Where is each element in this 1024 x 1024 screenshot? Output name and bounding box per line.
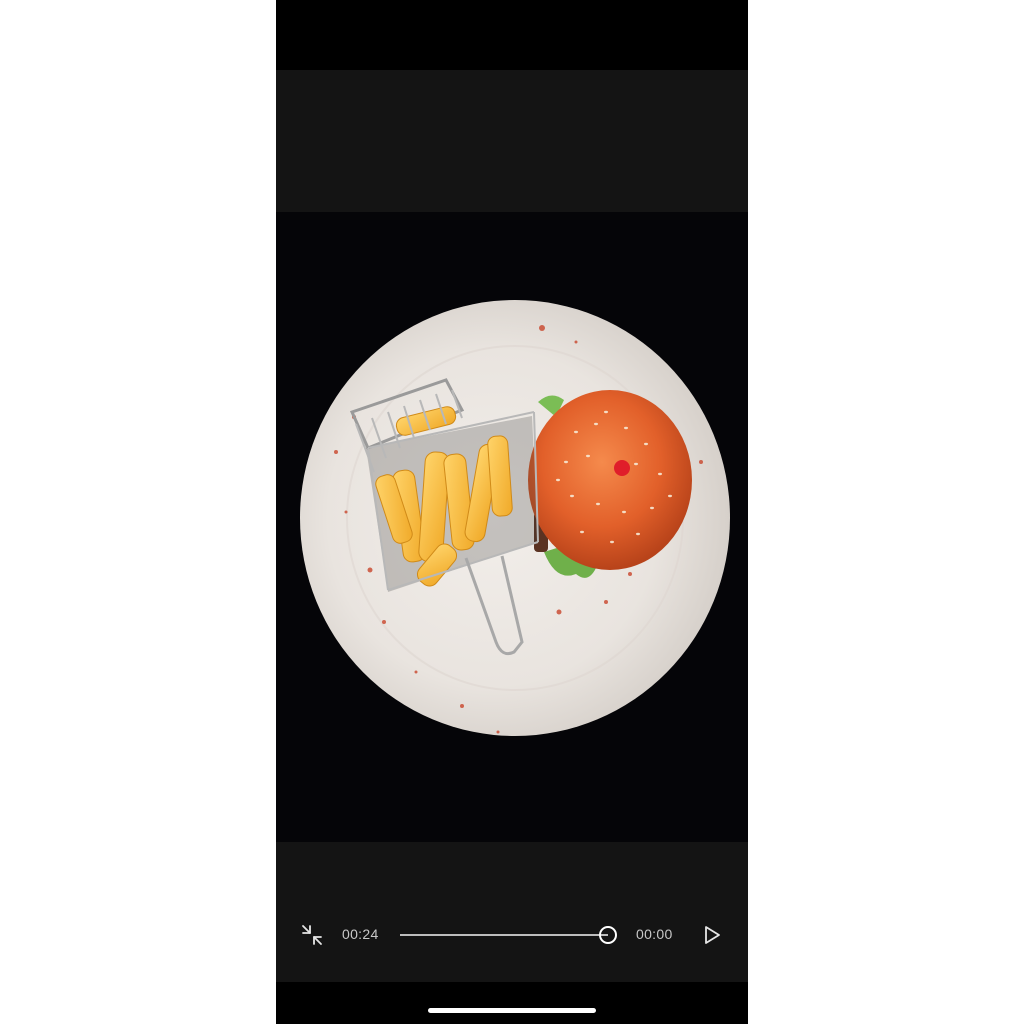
home-indicator[interactable] [428, 1008, 596, 1013]
minimize-button[interactable] [298, 921, 326, 949]
progress-fill [400, 934, 608, 936]
collapse-arrows-icon [302, 925, 322, 945]
top-bar [276, 70, 748, 212]
burger-bun [528, 390, 692, 570]
playback-controls: 00:24 00:00 [276, 842, 748, 982]
current-time: 00:24 [342, 926, 379, 942]
play-icon [705, 926, 720, 944]
progress-track[interactable] [400, 926, 617, 944]
progress-thumb[interactable] [599, 926, 617, 944]
video-frame-image [300, 300, 730, 736]
video-player-screen: 00:24 00:00 [276, 0, 748, 1024]
play-button[interactable] [698, 921, 726, 949]
control-row: 00:24 00:00 [276, 920, 748, 950]
video-frame[interactable] [276, 212, 748, 842]
end-time: 00:00 [636, 926, 673, 942]
